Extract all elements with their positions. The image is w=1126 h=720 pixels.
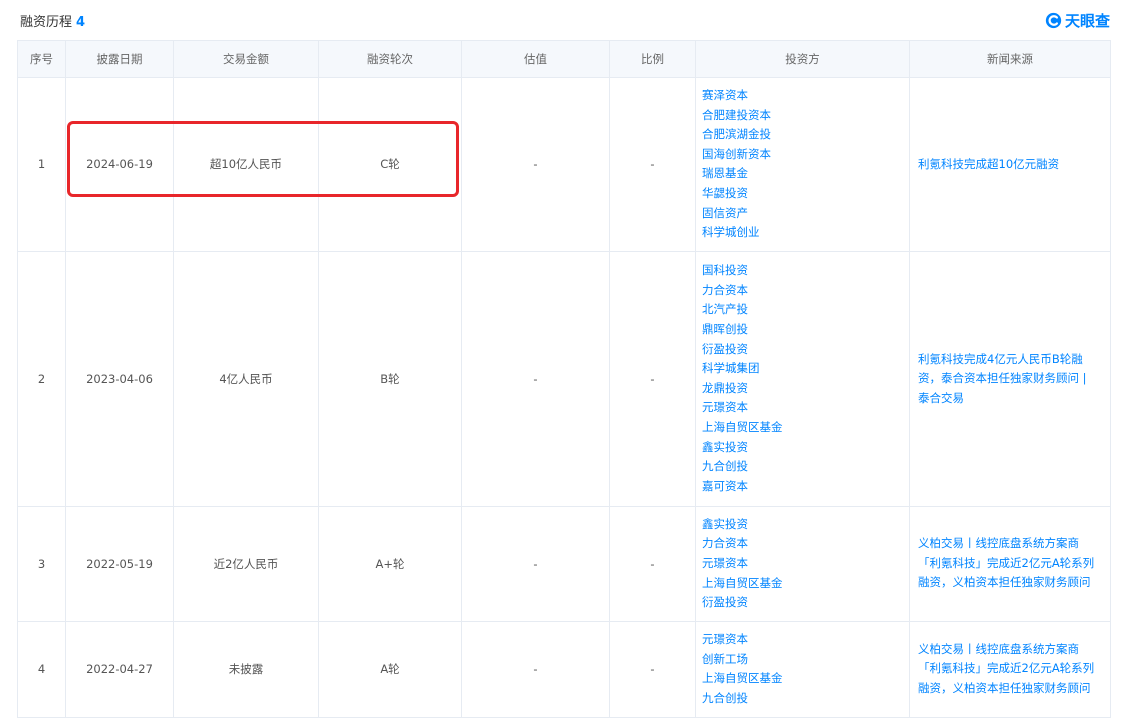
row-index: 4 [17, 620, 66, 718]
row-index: 2 [17, 250, 66, 507]
col-header-amount: 交易金额 [173, 40, 319, 78]
col-header-ratio: 比例 [609, 40, 696, 78]
row-valuation: - [461, 250, 610, 507]
table-row: 1 2024-06-19 超10亿人民币 C轮 - - 赛泽资本 合肥建投资本 … [17, 77, 1111, 252]
table-row: 3 2022-05-19 近2亿人民币 A+轮 - - 鑫实投资 力合资本 元璟… [17, 505, 1111, 622]
investor-link[interactable]: 合肥建投资本 [702, 106, 909, 126]
news-link[interactable]: 利氪科技完成超10亿元融资 [918, 157, 1059, 171]
news-link[interactable]: 义柏交易丨线控底盘系统方案商「利氪科技」完成近2亿元A轮系列融资，义柏资本担任独… [918, 536, 1094, 589]
tianyancha-logo[interactable]: 天眼查 [1045, 10, 1110, 31]
row-date: 2024-06-19 [65, 77, 174, 252]
row-date: 2023-04-06 [65, 250, 174, 507]
investor-link[interactable]: 九合创投 [702, 457, 909, 477]
investor-link[interactable]: 科学城集团 [702, 359, 909, 379]
row-index: 1 [17, 77, 66, 252]
investor-link[interactable]: 九合创投 [702, 689, 909, 709]
investor-link[interactable]: 国海创新资本 [702, 145, 909, 165]
row-ratio: - [609, 250, 696, 507]
investor-link[interactable]: 嘉可资本 [702, 477, 909, 497]
row-news: 义柏交易丨线控底盘系统方案商「利氪科技」完成近2亿元A轮系列融资，义柏资本担任独… [909, 620, 1111, 718]
row-ratio: - [609, 620, 696, 718]
investor-link[interactable]: 创新工场 [702, 650, 909, 670]
financing-table: 序号 披露日期 交易金额 融资轮次 估值 比例 投资方 新闻来源 1 2024-… [17, 40, 1111, 718]
investor-link[interactable]: 北汽产投 [702, 300, 909, 320]
investor-link[interactable]: 上海自贸区基金 [702, 418, 909, 438]
investor-link[interactable]: 赛泽资本 [702, 86, 909, 106]
row-date: 2022-05-19 [65, 505, 174, 622]
investor-link[interactable]: 鑫实投资 [702, 438, 909, 458]
section-title: 融资历程 [20, 14, 73, 30]
investor-link[interactable]: 上海自贸区基金 [702, 574, 909, 594]
row-investors: 鑫实投资 力合资本 元璟资本 上海自贸区基金 衍盈投资 [695, 505, 910, 622]
row-round: B轮 [318, 250, 462, 507]
row-news: 利氪科技完成4亿元人民币B轮融资，泰合资本担任独家财务顾问 | 泰合交易 [909, 250, 1111, 507]
row-news: 利氪科技完成超10亿元融资 [909, 77, 1111, 252]
investor-link[interactable]: 衍盈投资 [702, 340, 909, 360]
row-amount: 4亿人民币 [173, 250, 319, 507]
investor-link[interactable]: 上海自贸区基金 [702, 669, 909, 689]
investor-link[interactable]: 龙鼎投资 [702, 379, 909, 399]
row-news: 义柏交易丨线控底盘系统方案商「利氪科技」完成近2亿元A轮系列融资，义柏资本担任独… [909, 505, 1111, 622]
row-investors: 赛泽资本 合肥建投资本 合肥滨湖金投 国海创新资本 瑞恩基金 华勰投资 固信资产… [695, 77, 910, 252]
investor-link[interactable]: 鼎晖创投 [702, 320, 909, 340]
col-header-investors: 投资方 [695, 40, 910, 78]
section-heading: 融资历程 4 [20, 11, 85, 30]
row-index: 3 [17, 505, 66, 622]
investor-link[interactable]: 华勰投资 [702, 184, 909, 204]
logo-text: 天眼查 [1064, 11, 1110, 30]
tianyancha-logo-icon [1045, 12, 1062, 28]
investor-link[interactable]: 国科投资 [702, 261, 909, 281]
row-investors: 元璟资本 创新工场 上海自贸区基金 九合创投 [695, 620, 910, 718]
financing-history-page: 融资历程 4 天眼查 序号 披露日期 交易金额 融资轮次 估值 比例 投资方 新… [0, 0, 1126, 720]
row-ratio: - [609, 505, 696, 622]
row-valuation: - [461, 505, 610, 622]
investor-link[interactable]: 力合资本 [702, 534, 909, 554]
news-link[interactable]: 义柏交易丨线控底盘系统方案商「利氪科技」完成近2亿元A轮系列融资，义柏资本担任独… [918, 642, 1094, 695]
table-header-row: 序号 披露日期 交易金额 融资轮次 估值 比例 投资方 新闻来源 [17, 40, 1111, 78]
investor-link[interactable]: 元璟资本 [702, 630, 909, 650]
investor-link[interactable]: 固信资产 [702, 204, 909, 224]
investor-link[interactable]: 瑞恩基金 [702, 164, 909, 184]
investor-link[interactable]: 元璟资本 [702, 554, 909, 574]
row-amount: 未披露 [173, 620, 319, 718]
investor-link[interactable]: 衍盈投资 [702, 593, 909, 613]
col-header-news: 新闻来源 [909, 40, 1111, 78]
investor-link[interactable]: 鑫实投资 [702, 515, 909, 535]
table-row: 4 2022-04-27 未披露 A轮 - - 元璟资本 创新工场 上海自贸区基… [17, 620, 1111, 718]
section-count: 4 [76, 14, 86, 30]
investor-link[interactable]: 合肥滨湖金投 [702, 125, 909, 145]
investor-link[interactable]: 力合资本 [702, 281, 909, 301]
row-round: A+轮 [318, 505, 462, 622]
col-header-date: 披露日期 [65, 40, 174, 78]
row-amount: 近2亿人民币 [173, 505, 319, 622]
row-valuation: - [461, 620, 610, 718]
news-link[interactable]: 利氪科技完成4亿元人民币B轮融资，泰合资本担任独家财务顾问 | 泰合交易 [918, 352, 1087, 405]
table-row: 2 2023-04-06 4亿人民币 B轮 - - 国科投资 力合资本 北汽产投… [17, 250, 1111, 507]
row-investors: 国科投资 力合资本 北汽产投 鼎晖创投 衍盈投资 科学城集团 龙鼎投资 元璟资本… [695, 250, 910, 507]
row-ratio: - [609, 77, 696, 252]
row-round: C轮 [318, 77, 462, 252]
col-header-round: 融资轮次 [318, 40, 462, 78]
row-valuation: - [461, 77, 610, 252]
row-amount: 超10亿人民币 [173, 77, 319, 252]
section-header: 融资历程 4 天眼查 [20, 4, 1110, 36]
investor-link[interactable]: 元璟资本 [702, 398, 909, 418]
investor-link[interactable]: 科学城创业 [702, 223, 909, 243]
row-date: 2022-04-27 [65, 620, 174, 718]
col-header-index: 序号 [17, 40, 66, 78]
row-round: A轮 [318, 620, 462, 718]
col-header-valuation: 估值 [461, 40, 610, 78]
